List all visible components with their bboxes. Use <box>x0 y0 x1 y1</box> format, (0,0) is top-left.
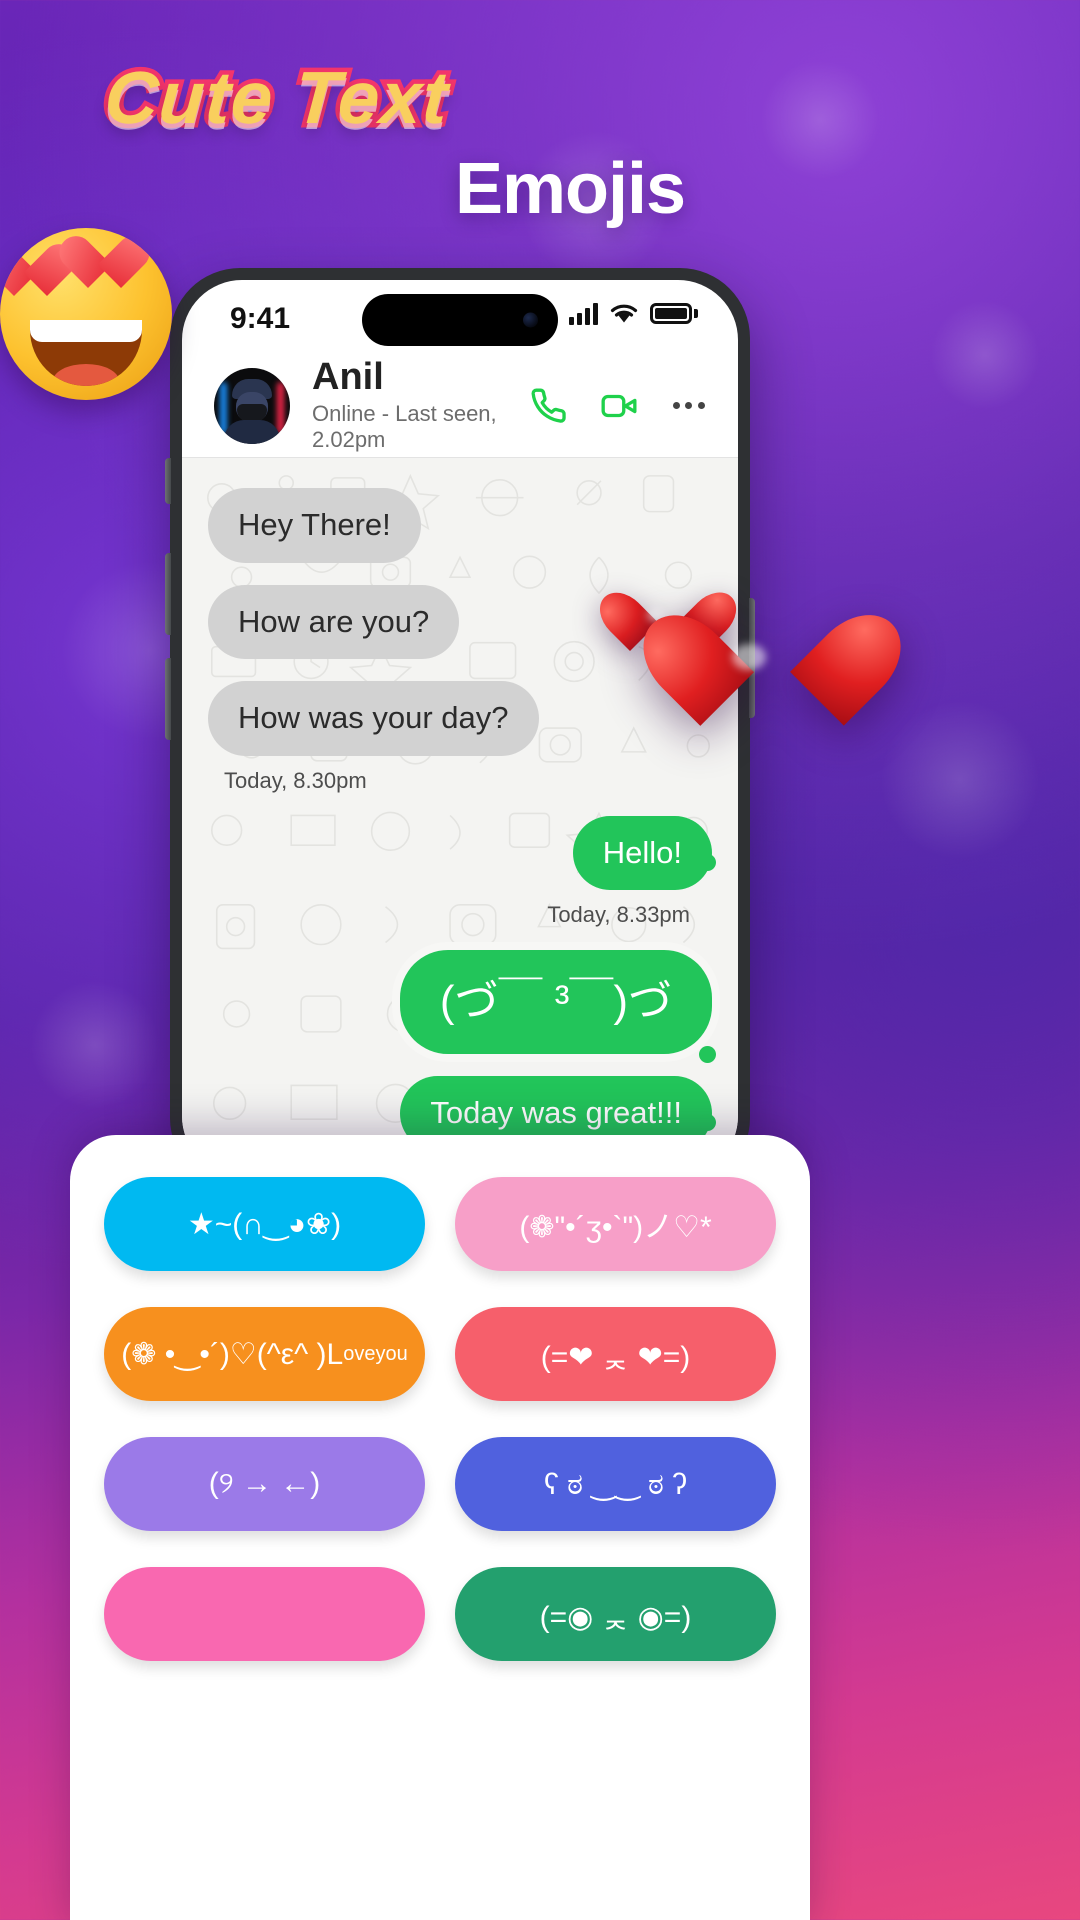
kaomoji-label: (❁ •‿•´)♡(^ε^ )L <box>121 1337 344 1371</box>
delivery-status-dot <box>699 853 716 871</box>
status-indicators <box>569 302 698 325</box>
message-row[interactable]: Hello! <box>208 815 716 891</box>
phone-screen: 9:41 Anil Online - Last seen, 2.02pm Hey… <box>182 280 738 1176</box>
video-camera-icon[interactable] <box>600 387 638 425</box>
message-bubble-received: Hey There! <box>208 488 421 563</box>
kaomoji-button[interactable]: (❁ •‿•´)♡(^ε^ )L ove you <box>104 1307 425 1401</box>
contact-name: Anil <box>312 355 384 398</box>
bokeh-dot <box>880 700 1040 860</box>
status-time: 9:41 <box>230 302 291 335</box>
page-title-cute-text: Cute Text <box>98 52 456 144</box>
wifi-icon <box>610 304 638 323</box>
kaomoji-picker-sheet: ★~(∩‿◕❀) (❁"•´ʒ•`")ノ♡* (❁ •‿•´)♡(^ε^ )L o… <box>70 1135 810 1920</box>
chat-header-actions <box>530 387 708 425</box>
kaomoji-button[interactable]: (=◉ ᆽ ◉=) <box>455 1567 776 1661</box>
kebab-menu-icon[interactable] <box>670 387 708 425</box>
kaomoji-button[interactable]: ★~(∩‿◕❀) <box>104 1177 425 1271</box>
kaomoji-button[interactable]: ʕ ಠ ‿‿ ಠ ʔ <box>455 1437 776 1531</box>
emoji-mouth <box>30 320 142 386</box>
heart-eye-icon <box>88 238 150 294</box>
bokeh-dot <box>930 300 1040 410</box>
volume-up-button <box>165 553 171 635</box>
kaomoji-label: (୨ → ←) <box>208 1467 321 1500</box>
kaomoji-label: ★~(∩‿◕❀) <box>187 1207 342 1241</box>
battery-full-icon <box>650 303 698 324</box>
front-camera-icon <box>523 312 538 328</box>
bokeh-dot <box>760 60 880 180</box>
message-row[interactable]: How was your day? <box>208 681 712 756</box>
signal-bars-icon <box>569 302 598 325</box>
contact-avatar[interactable] <box>214 367 290 444</box>
bokeh-dot <box>30 980 160 1110</box>
contact-status: Online - Last seen, 2.02pm <box>312 401 497 453</box>
chat-message-list[interactable]: Hey There! How are you? How was your day… <box>182 458 738 1176</box>
phone-mockup: 9:41 Anil Online - Last seen, 2.02pm Hey… <box>165 268 755 1188</box>
message-row[interactable]: Hey There! <box>208 488 712 563</box>
message-bubble-sent: Hello! <box>572 815 712 891</box>
volume-down-button <box>165 658 171 740</box>
message-timestamp: Today, 8.33pm <box>547 902 690 928</box>
message-bubble-received: How was your day? <box>208 681 539 756</box>
dynamic-island <box>362 294 558 346</box>
kaomoji-button-grid: ★~(∩‿◕❀) (❁"•´ʒ•`")ノ♡* (❁ •‿•´)♡(^ε^ )L o… <box>104 1177 776 1661</box>
status-bar: 9:41 <box>182 280 738 354</box>
message-bubble-sent-kaomoji: (づ￣ ³￣)づ <box>399 950 712 1055</box>
heart-icon-large <box>625 596 919 752</box>
phone-call-icon[interactable] <box>530 387 568 425</box>
kaomoji-button[interactable]: (୨ → ←) <box>104 1437 425 1531</box>
kaomoji-label: ʕ ಠ ‿‿ ಠ ʔ <box>543 1467 688 1501</box>
heart-eyes-emoji-art <box>0 228 172 400</box>
kaomoji-label: (❁"•´ʒ•`")ノ♡* <box>519 1211 712 1244</box>
kaomoji-button[interactable]: (❁"•´ʒ•`")ノ♡* <box>455 1177 776 1271</box>
page-title-emojis: Emojis <box>455 149 686 229</box>
message-bubble-received: How are you? <box>208 584 460 660</box>
message-timestamp: Today, 8.30pm <box>224 767 367 793</box>
chat-header: Anil Online - Last seen, 2.02pm <box>182 354 738 458</box>
kaomoji-button[interactable] <box>104 1567 425 1661</box>
kaomoji-label-suffix2: you <box>375 1342 408 1365</box>
kaomoji-button[interactable]: (=❤ ᆽ ❤=) <box>455 1307 776 1401</box>
kaomoji-label: (=◉ ᆽ ◉=) <box>539 1601 692 1634</box>
kaomoji-label: (=❤ ᆽ ❤=) <box>540 1341 691 1374</box>
kaomoji-label-suffix: ove <box>343 1342 376 1365</box>
message-row[interactable]: (づ￣ ³￣)づ <box>208 950 716 1064</box>
contact-info[interactable]: Anil Online - Last seen, 2.02pm <box>312 355 530 454</box>
